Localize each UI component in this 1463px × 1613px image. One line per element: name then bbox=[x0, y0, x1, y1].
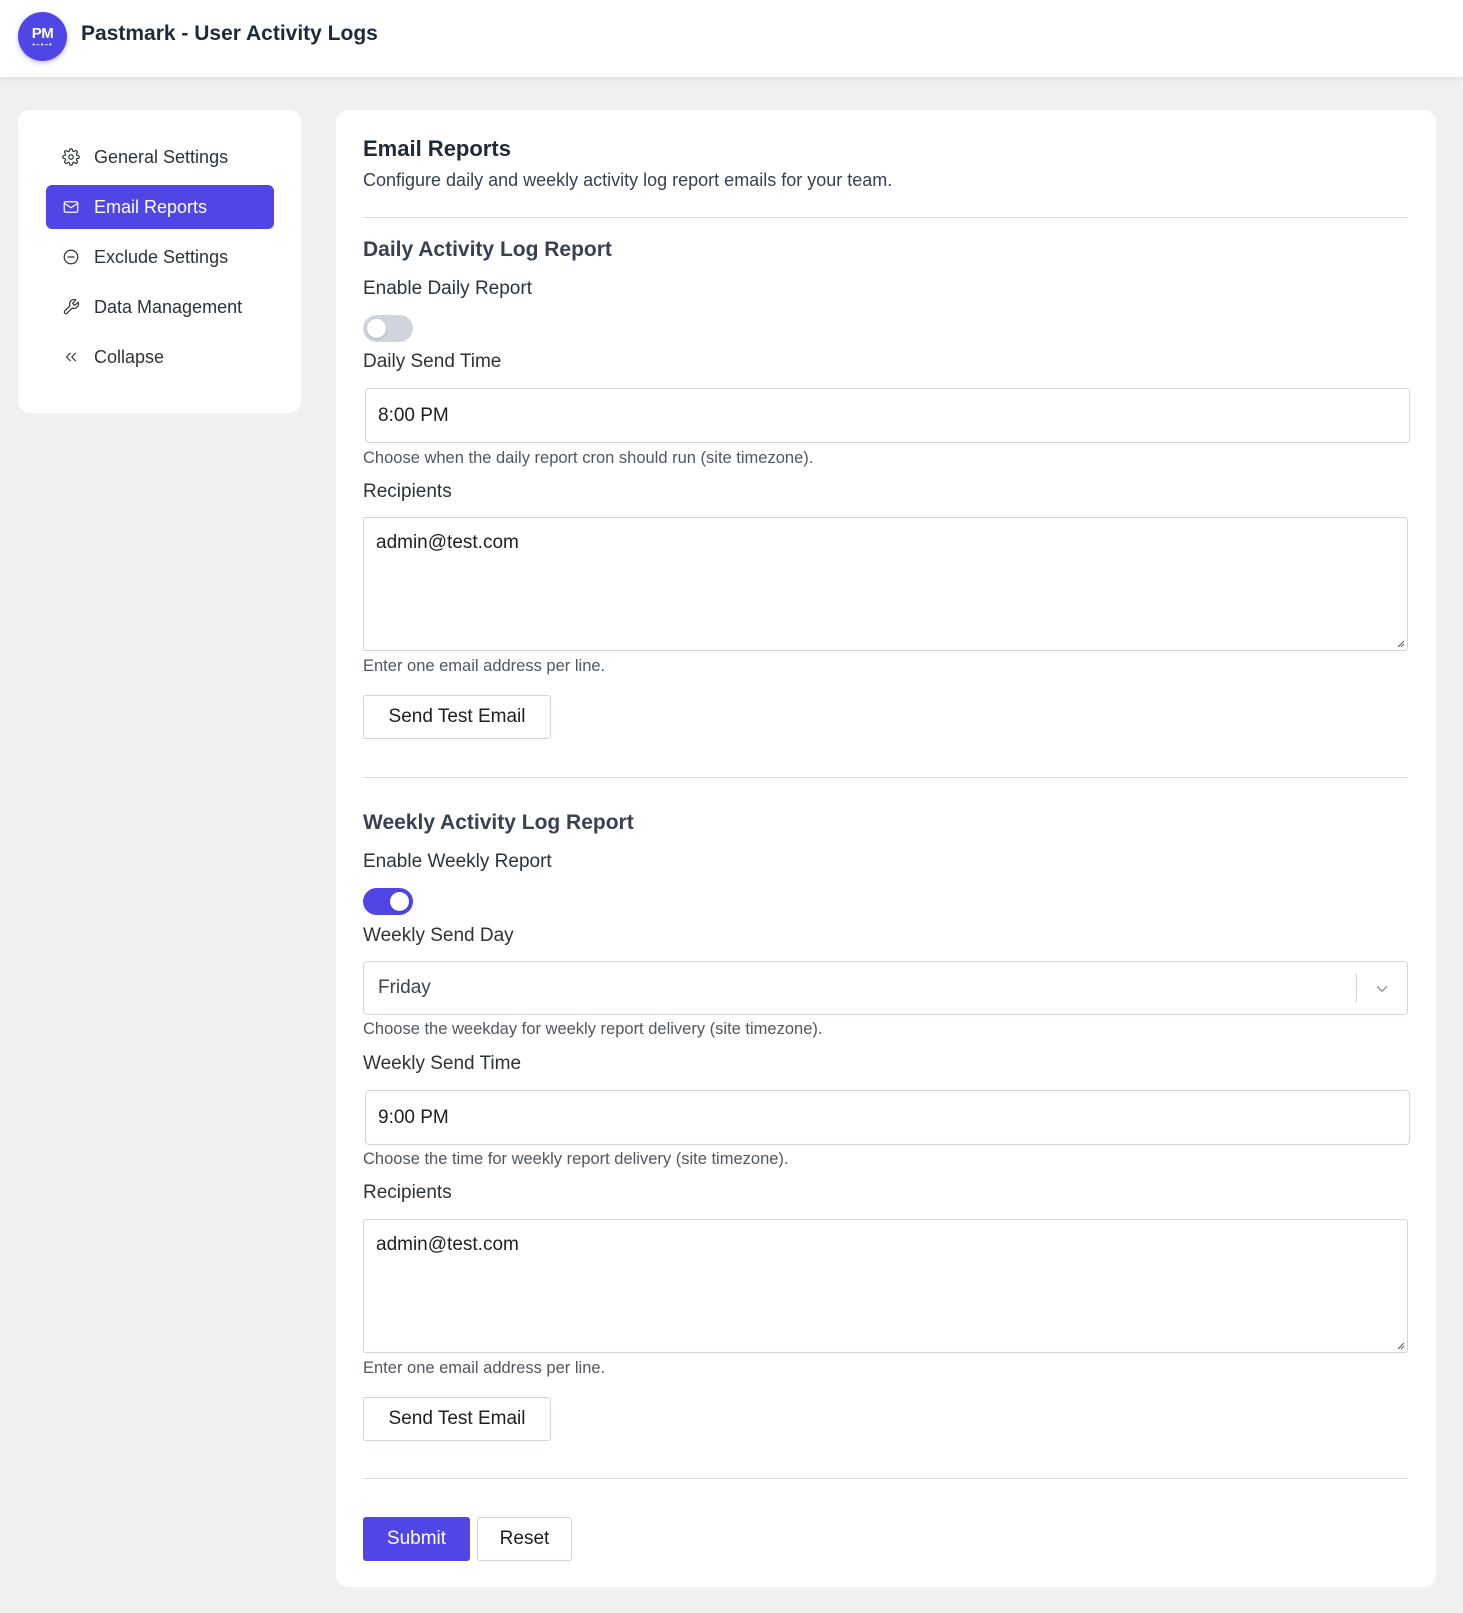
toggle-knob bbox=[390, 892, 409, 911]
sidebar-item-label: Exclude Settings bbox=[94, 246, 229, 267]
divider bbox=[363, 777, 1408, 778]
sidebar: General Settings Email Reports Exclude S… bbox=[18, 110, 301, 413]
divider bbox=[363, 1478, 1408, 1479]
daily-recipients-label: Recipients bbox=[363, 481, 452, 502]
weekly-send-day-help: Choose the weekday for weekly report del… bbox=[363, 1020, 823, 1038]
daily-section-title: Daily Activity Log Report bbox=[363, 238, 612, 261]
sidebar-item-data-management[interactable]: Data Management bbox=[46, 285, 274, 329]
logo-dots: •–•–• bbox=[32, 41, 53, 49]
sidebar-item-label: General Settings bbox=[94, 146, 229, 167]
weekly-send-time-label: Weekly Send Time bbox=[363, 1053, 522, 1074]
sidebar-item-general-settings[interactable]: General Settings bbox=[46, 135, 274, 179]
weekly-recipients-value: admin@test.com bbox=[376, 1234, 519, 1255]
weekly-recipients-textarea[interactable]: admin@test.com bbox=[363, 1219, 1408, 1353]
weekly-send-time-input[interactable]: 9:00 PM bbox=[365, 1090, 1410, 1145]
weekly-send-day-value: Friday bbox=[378, 977, 431, 998]
email-reports-panel: Email Reports Configure daily and weekly… bbox=[336, 110, 1436, 1587]
chevron-down-icon bbox=[1376, 986, 1388, 992]
select-separator bbox=[1356, 974, 1357, 1002]
submit-button[interactable]: Submit bbox=[363, 1517, 470, 1561]
daily-send-test-email-button[interactable]: Send Test Email bbox=[363, 695, 551, 739]
daily-send-time-label: Daily Send Time bbox=[363, 351, 502, 372]
enable-daily-toggle[interactable] bbox=[363, 315, 413, 342]
resize-handle-icon[interactable] bbox=[1395, 638, 1405, 648]
toggle-knob bbox=[367, 319, 386, 338]
wrench-icon bbox=[62, 298, 80, 316]
daily-recipients-textarea[interactable]: admin@test.com bbox=[363, 517, 1408, 651]
weekly-section-title: Weekly Activity Log Report bbox=[363, 811, 634, 834]
app-title: Pastmark - User Activity Logs bbox=[81, 22, 378, 45]
enable-weekly-label: Enable Weekly Report bbox=[363, 851, 552, 872]
top-bar: PM •–•–• Pastmark - User Activity Logs bbox=[0, 0, 1463, 77]
weekly-recipients-label: Recipients bbox=[363, 1182, 452, 1203]
sidebar-item-label: Email Reports bbox=[94, 196, 208, 217]
weekly-send-time-help: Choose the time for weekly report delive… bbox=[363, 1150, 789, 1168]
daily-send-time-input[interactable]: 8:00 PM bbox=[365, 388, 1410, 443]
page-title: Email Reports bbox=[363, 136, 511, 161]
reset-button[interactable]: Reset bbox=[477, 1517, 572, 1561]
weekly-send-day-select[interactable]: Friday bbox=[363, 961, 1408, 1015]
resize-handle-icon[interactable] bbox=[1395, 1340, 1405, 1350]
logo-text: PM bbox=[31, 24, 54, 42]
app-logo: PM •–•–• bbox=[18, 12, 67, 61]
weekly-send-day-label: Weekly Send Day bbox=[363, 925, 514, 946]
sidebar-item-email-reports[interactable]: Email Reports bbox=[46, 185, 274, 229]
minus-circle-icon bbox=[62, 248, 80, 266]
daily-send-time-help: Choose when the daily report cron should… bbox=[363, 449, 814, 467]
double-chevron-left-icon bbox=[62, 348, 80, 366]
sidebar-item-label: Data Management bbox=[94, 296, 243, 317]
enable-daily-label: Enable Daily Report bbox=[363, 278, 532, 299]
page-description: Configure daily and weekly activity log … bbox=[363, 170, 893, 190]
sidebar-item-label: Collapse bbox=[94, 346, 165, 367]
sidebar-item-exclude-settings[interactable]: Exclude Settings bbox=[46, 235, 274, 279]
enable-weekly-toggle[interactable] bbox=[363, 888, 413, 915]
sidebar-item-collapse[interactable]: Collapse bbox=[46, 335, 274, 379]
weekly-recipients-help: Enter one email address per line. bbox=[363, 1359, 606, 1377]
daily-recipients-value: admin@test.com bbox=[376, 532, 519, 553]
divider bbox=[363, 217, 1408, 218]
gear-icon bbox=[62, 148, 80, 166]
mail-icon bbox=[62, 198, 80, 216]
weekly-send-test-email-button[interactable]: Send Test Email bbox=[363, 1397, 551, 1441]
daily-recipients-help: Enter one email address per line. bbox=[363, 657, 606, 675]
